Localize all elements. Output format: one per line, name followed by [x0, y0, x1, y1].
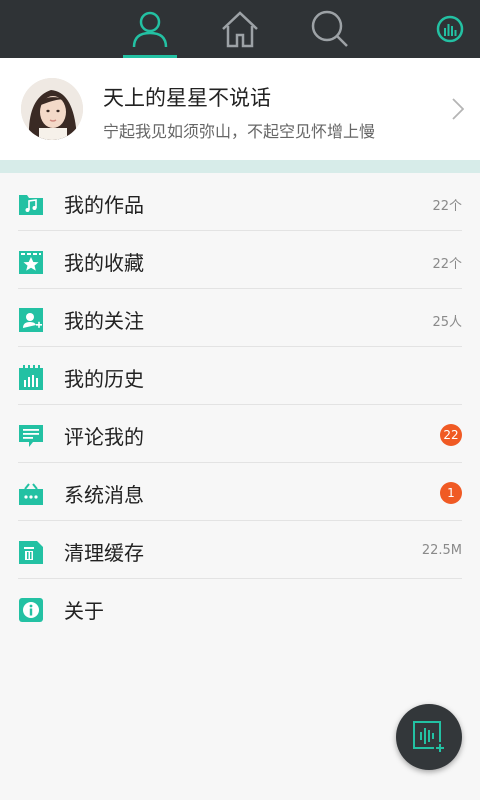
menu-item-about[interactable]: 关于 — [0, 579, 480, 637]
tab-player[interactable] — [420, 0, 480, 58]
menu-item-label: 评论我的 — [64, 425, 144, 449]
menu-item-system-messages[interactable]: 系统消息 1 — [0, 463, 480, 521]
comment-icon — [19, 425, 43, 447]
menu-item-favorites[interactable]: 我的收藏 22个 — [0, 231, 480, 289]
profile-signature: 宁起我见如须弥山，不起空见怀增上慢 — [103, 122, 376, 141]
menu-item-label: 我的关注 — [64, 309, 144, 333]
menu-list: 我的作品 22个 我的收藏 22个 我的关注 25人 我的历史 评论我的 22 … — [0, 173, 480, 637]
profile-card[interactable]: 天上的星星不说话 宁起我见如须弥山，不起空见怀增上慢 — [0, 58, 480, 160]
star-icon — [19, 251, 43, 274]
item-count: 22个 — [432, 199, 462, 214]
menu-item-label: 清理缓存 — [64, 541, 144, 565]
tab-search[interactable] — [300, 0, 360, 58]
menu-item-clear-cache[interactable]: 清理缓存 22.5M — [0, 521, 480, 579]
tab-profile[interactable] — [120, 0, 180, 58]
menu-item-history[interactable]: 我的历史 — [0, 347, 480, 405]
home-icon — [222, 11, 258, 48]
person-icon — [132, 11, 168, 48]
tab-home[interactable] — [210, 0, 270, 58]
search-icon — [311, 10, 348, 47]
history-icon — [19, 365, 43, 390]
equalizer-icon — [436, 15, 464, 43]
message-icon — [19, 483, 43, 505]
item-count: 22个 — [432, 257, 462, 272]
menu-item-label: 我的作品 — [64, 193, 144, 217]
music-folder-icon — [19, 195, 43, 215]
menu-item-comments[interactable]: 评论我的 22 — [0, 405, 480, 463]
profile-name: 天上的星星不说话 — [103, 86, 271, 110]
section-divider-band — [0, 160, 480, 173]
record-fab-button[interactable] — [396, 704, 462, 770]
top-nav-bar — [0, 0, 480, 58]
unread-badge: 22 — [440, 424, 462, 446]
unread-badge: 1 — [440, 482, 462, 504]
avatar[interactable] — [21, 78, 83, 140]
menu-item-following[interactable]: 我的关注 25人 — [0, 289, 480, 347]
item-count: 25人 — [432, 315, 462, 330]
menu-item-works[interactable]: 我的作品 22个 — [0, 173, 480, 231]
menu-item-label: 关于 — [64, 599, 104, 623]
add-audio-icon — [413, 721, 446, 754]
menu-item-label: 系统消息 — [64, 483, 144, 507]
follow-icon — [19, 308, 43, 332]
cache-size: 22.5M — [421, 543, 462, 558]
clean-icon — [19, 541, 43, 564]
menu-item-label: 我的收藏 — [64, 251, 144, 275]
chevron-right-icon — [452, 98, 464, 120]
menu-item-label: 我的历史 — [64, 367, 144, 391]
info-icon — [19, 598, 43, 622]
